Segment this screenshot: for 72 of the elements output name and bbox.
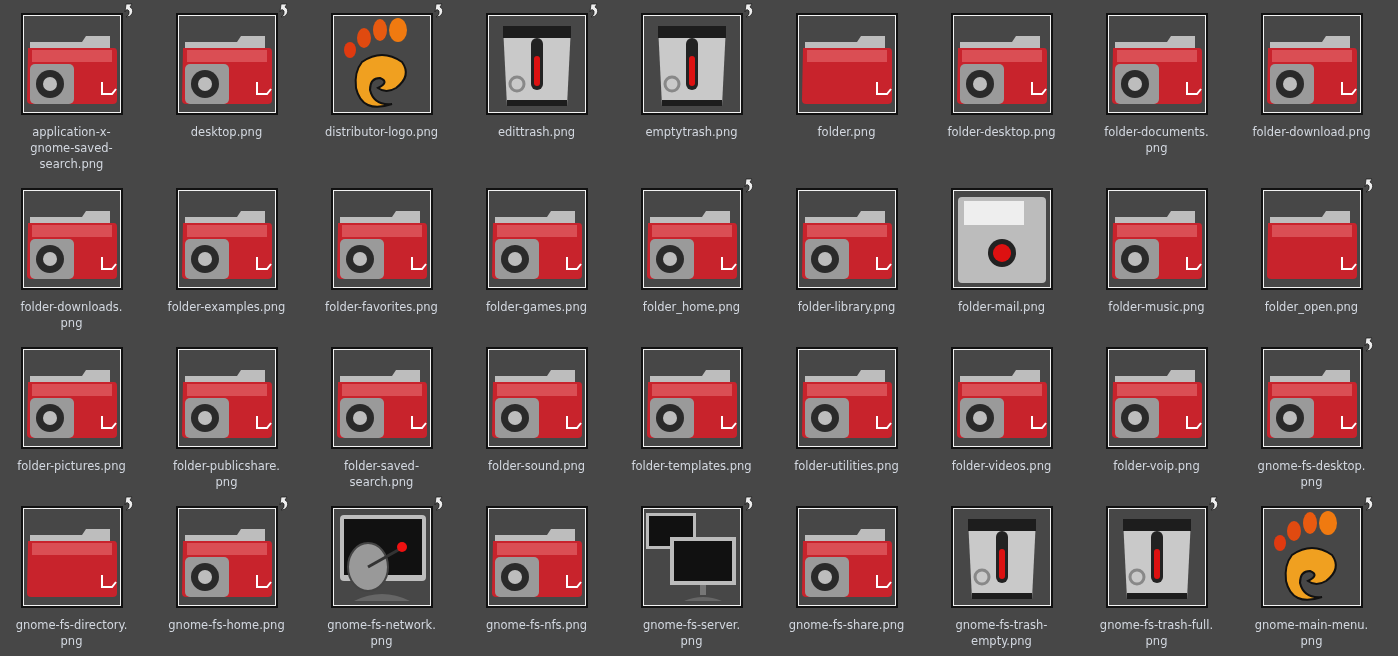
file-name: folder-videos.png <box>951 458 1052 474</box>
file-name: distributor-logo.png <box>324 124 439 140</box>
file-name: desktop.png <box>190 124 263 140</box>
icon-thumbnail[interactable] <box>177 349 276 447</box>
icon-thumbnail[interactable] <box>177 190 276 288</box>
file-name: gnome-fs-server. png <box>642 617 741 649</box>
file-name: gnome-fs-directory. png <box>15 617 128 649</box>
file-name: folder-pictures.png <box>17 458 126 474</box>
file-name: folder.png <box>817 124 876 140</box>
icon-thumbnail[interactable] <box>22 15 121 113</box>
icon-thumbnail[interactable] <box>332 15 431 113</box>
file-name: folder-examples.png <box>167 299 286 315</box>
icon-thumbnail[interactable] <box>1107 349 1206 447</box>
file-name: folder-desktop.png <box>947 124 1056 140</box>
file-name: gnome-fs-network. png <box>327 617 436 649</box>
icon-thumbnail[interactable] <box>177 15 276 113</box>
icon-thumbnail[interactable] <box>487 15 586 113</box>
icon-thumbnail[interactable] <box>1262 349 1361 447</box>
file-name: folder-download.png <box>1252 124 1371 140</box>
file-name: gnome-fs-desktop. png <box>1257 458 1366 490</box>
file-name: folder-documents. png <box>1104 124 1209 156</box>
file-name: folder_open.png <box>1264 299 1359 315</box>
file-name: folder-favorites.png <box>325 299 438 315</box>
icon-thumbnail[interactable] <box>642 349 741 447</box>
icon-thumbnail[interactable] <box>22 349 121 447</box>
icon-thumbnail[interactable] <box>22 190 121 288</box>
icon-thumbnail[interactable] <box>487 190 586 288</box>
icon-thumbnail[interactable] <box>332 508 431 606</box>
file-name: folder-sound.png <box>487 458 586 474</box>
icon-thumbnail[interactable] <box>1262 190 1361 288</box>
icon-thumbnail[interactable] <box>1107 508 1206 606</box>
icon-thumbnail[interactable] <box>332 349 431 447</box>
icon-thumbnail[interactable] <box>1262 15 1361 113</box>
icon-thumbnail[interactable] <box>797 349 896 447</box>
icon-thumbnail[interactable] <box>642 508 741 606</box>
icon-thumbnail[interactable] <box>1107 190 1206 288</box>
file-name: edittrash.png <box>497 124 576 140</box>
icon-thumbnail[interactable] <box>177 508 276 606</box>
file-name: gnome-fs-trash-full. png <box>1099 617 1214 649</box>
icon-thumbnail[interactable] <box>332 190 431 288</box>
icon-thumbnail[interactable] <box>952 349 1051 447</box>
icon-thumbnail[interactable] <box>952 508 1051 606</box>
file-name: folder-library.png <box>797 299 896 315</box>
file-name: folder-music.png <box>1108 299 1205 315</box>
file-name: folder-downloads. png <box>20 299 123 331</box>
file-name: gnome-fs-share.png <box>788 617 905 633</box>
icon-thumbnail[interactable] <box>642 15 741 113</box>
icon-thumbnail[interactable] <box>642 190 741 288</box>
file-name: folder-saved- search.png <box>343 458 420 490</box>
file-name: folder-games.png <box>486 299 587 315</box>
file-name: gnome-fs-home.png <box>168 617 285 633</box>
file-name: folder-utilities.png <box>794 458 899 474</box>
file-name: gnome-fs-nfs.png <box>485 617 588 633</box>
icon-thumbnail[interactable] <box>797 15 896 113</box>
file-name: application-x- gnome-saved- search.png <box>30 124 113 172</box>
file-name: folder_home.png <box>642 299 741 315</box>
icon-thumbnail[interactable] <box>952 190 1051 288</box>
icon-thumbnail[interactable] <box>487 508 586 606</box>
icon-thumbnail[interactable] <box>1262 508 1361 606</box>
file-name: folder-publicshare. png <box>173 458 280 490</box>
file-name: folder-voip.png <box>1113 458 1200 474</box>
icon-thumbnail[interactable] <box>797 508 896 606</box>
file-name: folder-templates.png <box>631 458 752 474</box>
icon-thumbnail[interactable] <box>952 15 1051 113</box>
icon-thumbnail[interactable] <box>1107 15 1206 113</box>
icon-thumbnail[interactable] <box>22 508 121 606</box>
file-name: gnome-main-menu. png <box>1254 617 1369 649</box>
file-name: folder-mail.png <box>958 299 1045 315</box>
icon-thumbnail[interactable] <box>797 190 896 288</box>
file-name: gnome-fs-trash- empty.png <box>955 617 1048 649</box>
icon-thumbnail[interactable] <box>487 349 586 447</box>
file-name: emptytrash.png <box>645 124 738 140</box>
